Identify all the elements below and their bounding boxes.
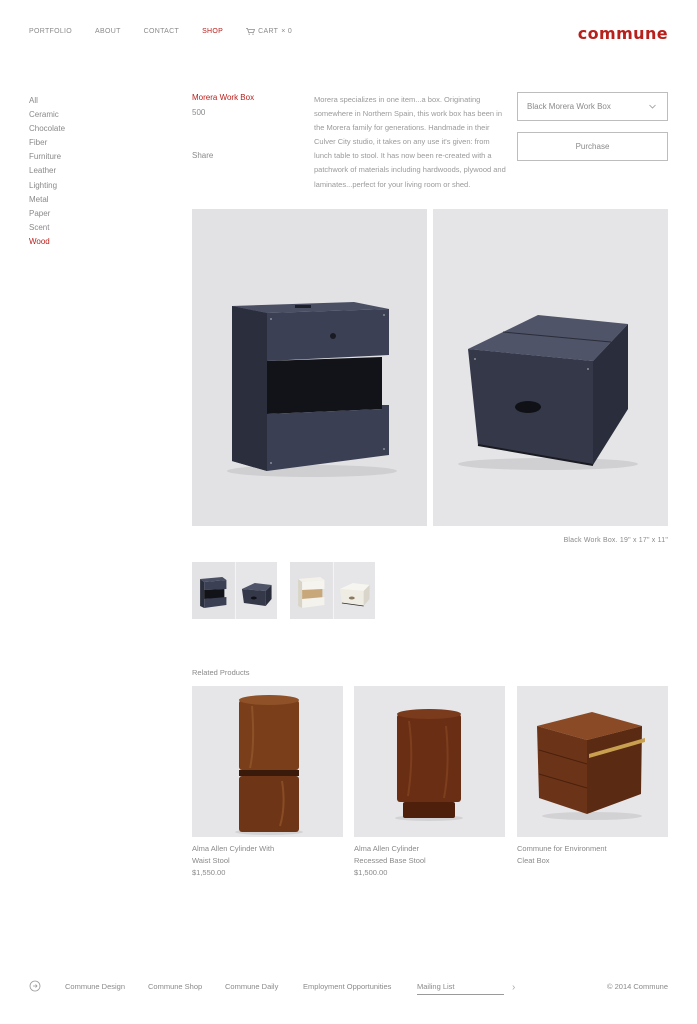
footer-link-employment[interactable]: Employment Opportunities — [303, 982, 391, 991]
category-chocolate[interactable]: Chocolate — [29, 122, 65, 136]
related-product-name-line2: Recessed Base Stool — [354, 856, 426, 865]
related-product-name[interactable]: Commune for Environment Cleat Box — [517, 843, 637, 867]
category-all[interactable]: All — [29, 94, 65, 108]
product-price: 500 — [192, 108, 206, 117]
thumbnail-black-side-image — [235, 562, 277, 619]
footer-link-commune-shop[interactable]: Commune Shop — [148, 982, 202, 991]
cylinder-waist-stool-image — [192, 686, 343, 837]
category-sidebar: All Ceramic Chocolate Fiber Furniture Le… — [29, 94, 65, 249]
category-leather[interactable]: Leather — [29, 164, 65, 178]
related-product-name-line2: Cleat Box — [517, 856, 550, 865]
thumbnail-black-box[interactable] — [192, 562, 277, 619]
cleat-box-image — [517, 686, 668, 837]
product-image-side[interactable] — [433, 209, 668, 526]
nav-about[interactable]: ABOUT — [95, 28, 121, 35]
share-link[interactable]: Share — [192, 151, 213, 160]
black-box-side-image — [433, 209, 668, 526]
related-product-card: Alma Allen Cylinder With Waist Stool $1,… — [192, 686, 343, 879]
thumbnail-black-front — [192, 562, 235, 619]
category-lighting[interactable]: Lighting — [29, 179, 65, 193]
cart-link[interactable]: CART × 0 — [246, 28, 292, 35]
commune-circle-icon[interactable] — [29, 980, 41, 992]
mailing-submit-arrow-icon[interactable]: › — [512, 982, 515, 993]
related-product-image[interactable] — [192, 686, 343, 837]
category-furniture[interactable]: Furniture — [29, 150, 65, 164]
category-paper[interactable]: Paper — [29, 207, 65, 221]
related-product-image[interactable] — [517, 686, 668, 837]
commune-logo[interactable]: commune — [578, 24, 668, 43]
thumbnail-white-side — [332, 562, 375, 619]
product-image-front[interactable] — [192, 209, 427, 526]
cart-icon — [246, 28, 256, 35]
mailing-list-input[interactable] — [417, 978, 504, 995]
footer-link-commune-design[interactable]: Commune Design — [65, 982, 125, 991]
image-caption: Black Work Box. 19" x 17" x 11" — [563, 537, 668, 544]
related-product-name-line2: Waist Stool — [192, 856, 230, 865]
category-metal[interactable]: Metal — [29, 193, 65, 207]
nav-contact[interactable]: CONTACT — [144, 28, 179, 35]
footer: Commune Design Commune Shop Commune Dail… — [29, 978, 668, 998]
thumbnail-black-front-image — [192, 562, 235, 619]
related-product-name-line1: Alma Allen Cylinder — [354, 844, 420, 853]
related-products-heading: Related Products — [192, 668, 250, 677]
thumbnail-white-front-image — [290, 562, 333, 619]
category-wood[interactable]: Wood — [29, 235, 65, 249]
cylinder-recessed-stool-image — [354, 686, 505, 837]
category-scent[interactable]: Scent — [29, 221, 65, 235]
purchase-button[interactable]: Purchase — [517, 132, 668, 161]
thumbnail-black-side — [234, 562, 277, 619]
related-product-name[interactable]: Alma Allen Cylinder Recessed Base Stool — [354, 843, 474, 867]
product-description: Morera specializes in one item...a box. … — [314, 95, 506, 189]
category-fiber[interactable]: Fiber — [29, 136, 65, 150]
related-product-name[interactable]: Alma Allen Cylinder With Waist Stool — [192, 843, 312, 867]
footer-link-commune-daily[interactable]: Commune Daily — [225, 982, 278, 991]
product-title: Morera Work Box — [192, 93, 255, 102]
variant-select[interactable]: Black Morera Work Box — [517, 92, 668, 121]
top-nav: PORTFOLIO ABOUT CONTACT SHOP CART × 0 — [29, 28, 315, 35]
thumbnail-white-front — [290, 562, 333, 619]
thumbnail-white-side-image — [333, 562, 375, 619]
cart-count: × 0 — [281, 28, 293, 35]
thumbnail-white-box[interactable] — [290, 562, 375, 619]
related-product-card: Alma Allen Cylinder Recessed Base Stool … — [354, 686, 505, 879]
category-ceramic[interactable]: Ceramic — [29, 108, 65, 122]
black-box-front-image — [192, 209, 427, 526]
related-product-name-line1: Commune for Environment — [517, 844, 607, 853]
related-product-name-line1: Alma Allen Cylinder With — [192, 844, 275, 853]
related-product-price: $1,550.00 — [192, 868, 226, 877]
related-product-price: $1,500.00 — [354, 868, 388, 877]
nav-shop[interactable]: SHOP — [202, 28, 223, 35]
nav-portfolio[interactable]: PORTFOLIO — [29, 28, 72, 35]
related-product-image[interactable] — [354, 686, 505, 837]
related-product-card: Commune for Environment Cleat Box — [517, 686, 668, 867]
cart-label: CART — [258, 28, 279, 35]
chevron-down-icon — [649, 104, 656, 109]
variant-selected-value: Black Morera Work Box — [527, 102, 611, 111]
copyright: © 2014 Commune — [607, 982, 668, 991]
